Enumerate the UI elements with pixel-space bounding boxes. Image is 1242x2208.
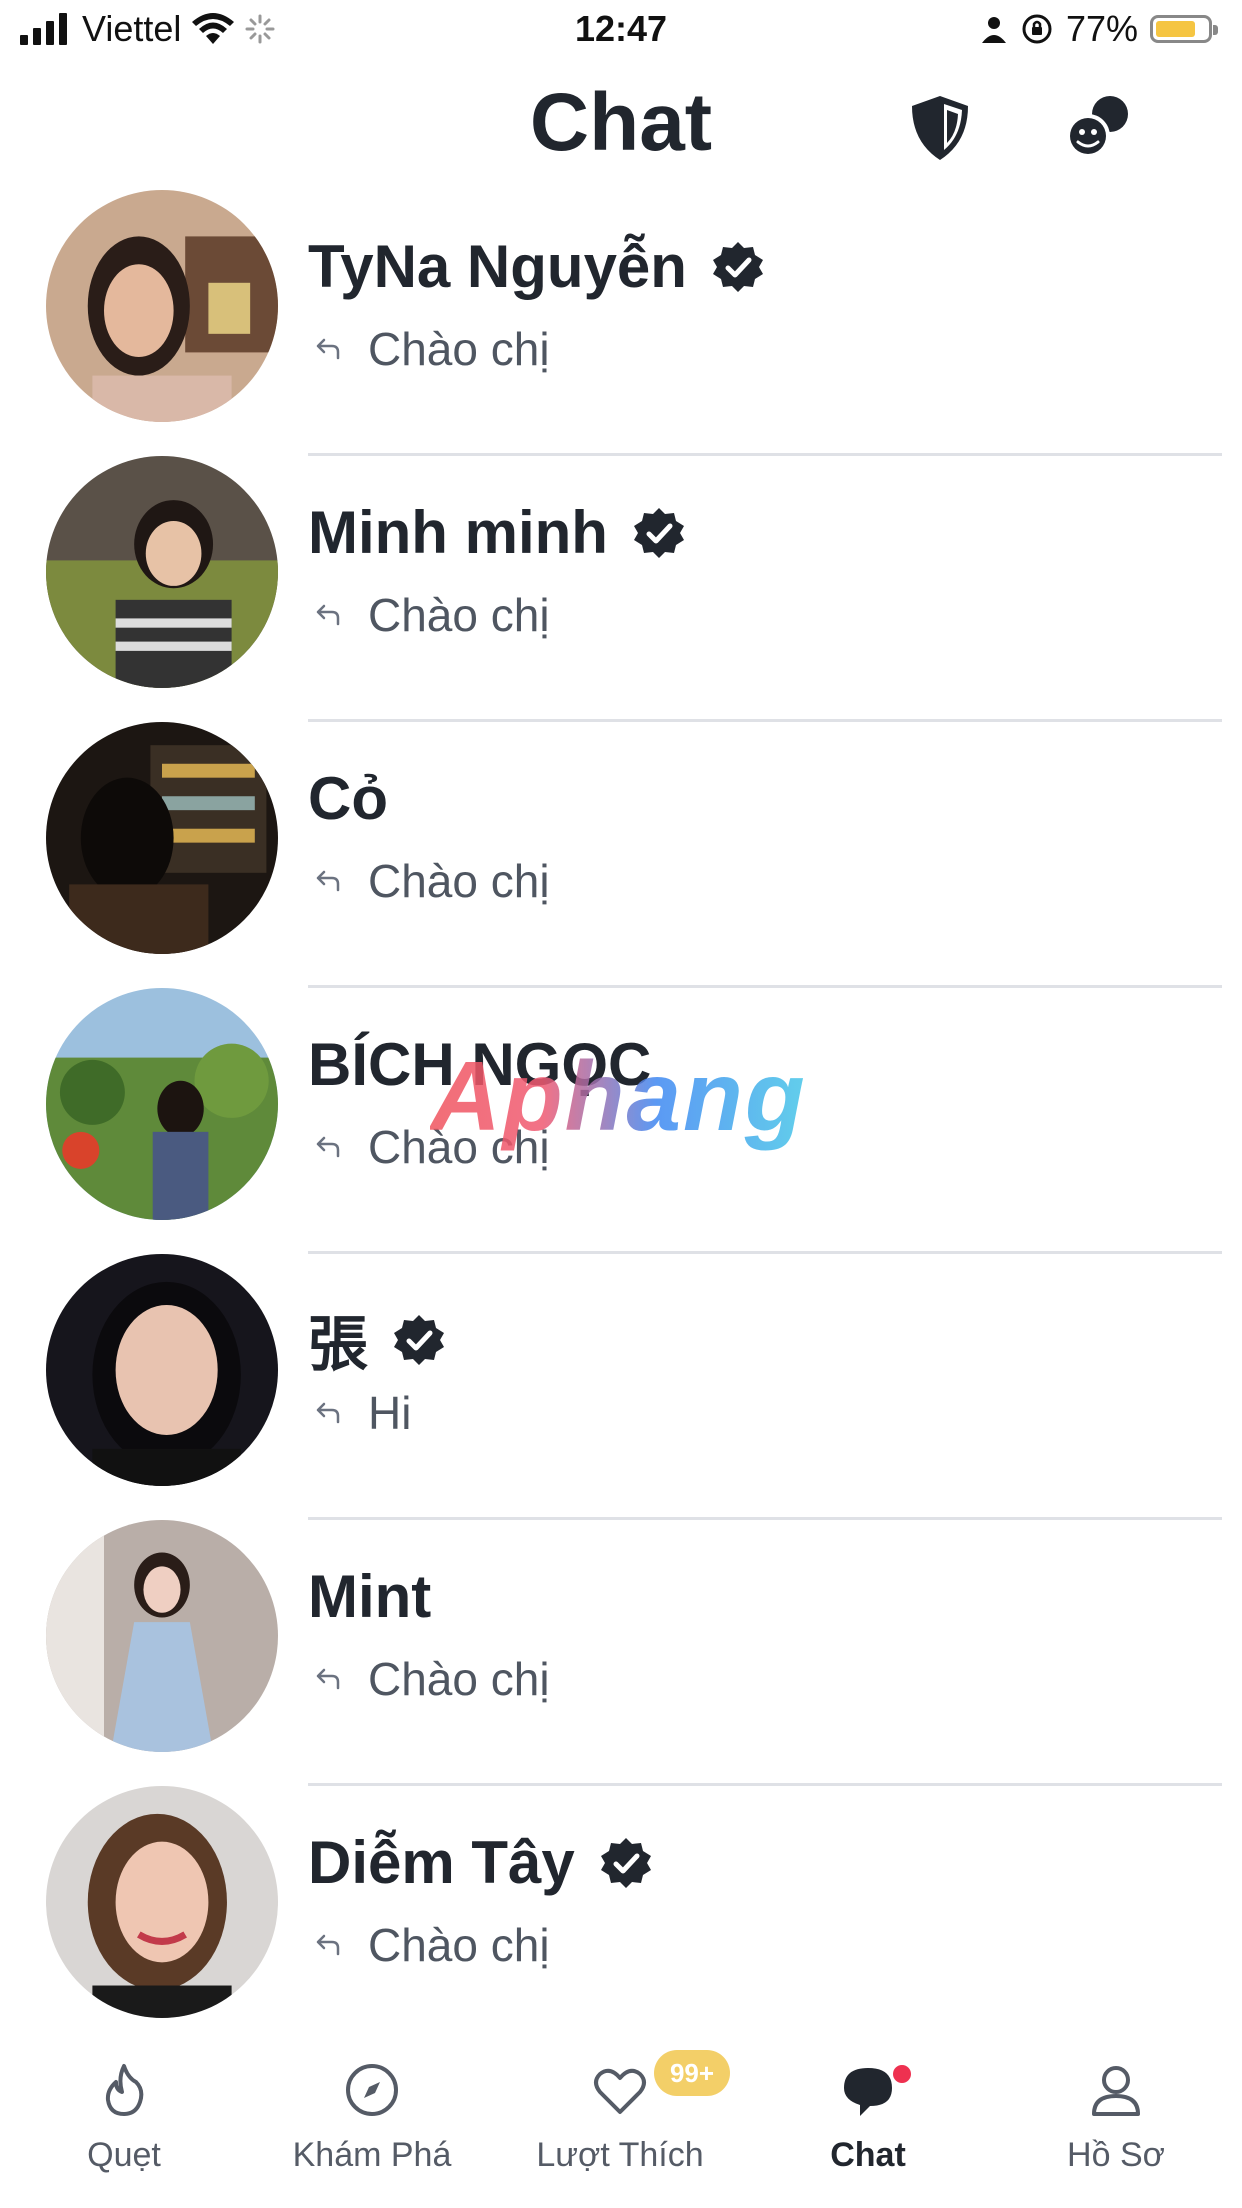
verified-badge-icon (633, 507, 684, 558)
last-message: Chào chị (368, 323, 550, 375)
name-line: 張 (308, 1296, 446, 1383)
profile-icon (1092, 2066, 1140, 2116)
last-message: Chào chị (368, 855, 550, 907)
name-line: Minh minh (308, 498, 686, 567)
message-line: Chào chị (312, 854, 550, 908)
tab-label: Quẹt (87, 2136, 161, 2174)
chat-header: Chat (0, 70, 1242, 180)
watermark: Aphang (430, 1041, 807, 1151)
tab-luot-thich[interactable]: 99+ Lượt Thích (496, 2040, 744, 2208)
avatar[interactable] (46, 1786, 278, 2018)
battery-icon (1150, 15, 1218, 43)
name-line: TyNa Nguyễn (308, 232, 765, 301)
conversation-row[interactable]: Mint Chào chị (0, 1520, 1242, 1786)
orientation-lock-icon (1022, 14, 1052, 44)
avatar[interactable] (46, 1254, 278, 1486)
tab-quet[interactable]: Quẹt (0, 2040, 248, 2208)
message-line: Hi (312, 1386, 411, 1440)
message-line: Chào chị (312, 588, 550, 642)
battery-percent: 77% (1065, 8, 1138, 49)
avatar[interactable] (46, 988, 278, 1220)
name-line: Mint (308, 1562, 431, 1631)
conversation-row[interactable]: Diễm Tây Chào chị (0, 1786, 1242, 2052)
contact-name: Minh minh (308, 499, 608, 566)
conversation-row[interactable]: TyNa Nguyễn Chào chị (0, 190, 1242, 456)
tab-label: Chat (830, 2136, 906, 2174)
tab-ho-so[interactable]: Hồ Sơ (992, 2040, 1240, 2208)
conversation-row[interactable]: 張 Hi (0, 1254, 1242, 1520)
compass-icon (346, 2064, 398, 2116)
message-line: Chào chị (312, 322, 550, 376)
status-right: 77% (980, 8, 1218, 50)
name-line: Cỏ (308, 764, 388, 833)
verified-badge-icon (394, 1314, 444, 1365)
page-title: Chat (529, 77, 713, 168)
contact-name: Mint (308, 1563, 432, 1630)
message-line: Chào chị (312, 1918, 550, 1972)
person-icon (981, 17, 1006, 43)
reply-icon (316, 870, 340, 892)
status-bar: Viettel 12:47 77% (0, 0, 1242, 60)
flame-icon (105, 2064, 144, 2116)
tab-label: Lượt Thích (536, 2136, 704, 2174)
conversation-row[interactable]: Cỏ Chào chị (0, 722, 1242, 988)
avatar[interactable] (46, 190, 278, 422)
reply-icon (316, 1402, 340, 1424)
tab-chat[interactable]: Chat (744, 2040, 992, 2208)
last-message: Hi (368, 1387, 412, 1439)
shield-icon[interactable] (900, 88, 980, 168)
contact-name: 張 (308, 1311, 368, 1378)
last-message: Chào chị (368, 589, 550, 641)
avatar[interactable] (46, 1520, 278, 1752)
conversation-row[interactable]: Minh minh Chào chị (0, 456, 1242, 722)
contact-name: TyNa Nguyễn (308, 233, 687, 300)
likes-count-badge: 99+ (654, 2050, 730, 2096)
avatar[interactable] (46, 722, 278, 954)
tab-label: Khám Phá (292, 2136, 452, 2174)
notification-dot (890, 2062, 914, 2086)
last-message: Chào chị (368, 1653, 550, 1705)
verified-badge-icon (600, 1837, 651, 1888)
tab-kham-pha[interactable]: Khám Phá (248, 2040, 496, 2208)
message-line: Chào chị (312, 1652, 550, 1706)
contact-name: Cỏ (308, 765, 388, 832)
last-message: Chào chị (368, 1919, 550, 1971)
tab-label: Hồ Sơ (1067, 2136, 1165, 2174)
group-chat-icon[interactable] (1058, 88, 1138, 168)
reply-icon (316, 604, 340, 626)
tab-bar: Quẹt Khám Phá 99+ Lượt Thích Chat Hồ Sơ (0, 2040, 1242, 2208)
chat-bubble-icon (844, 2068, 892, 2116)
reply-icon (316, 1668, 340, 1690)
name-line: Diễm Tây (308, 1828, 653, 1897)
verified-badge-icon (712, 241, 763, 292)
reply-icon (316, 338, 340, 360)
heart-icon (594, 2068, 646, 2114)
contact-name: Diễm Tây (308, 1829, 575, 1896)
reply-icon (316, 1136, 340, 1158)
avatar[interactable] (46, 456, 278, 688)
reply-icon (316, 1934, 340, 1956)
